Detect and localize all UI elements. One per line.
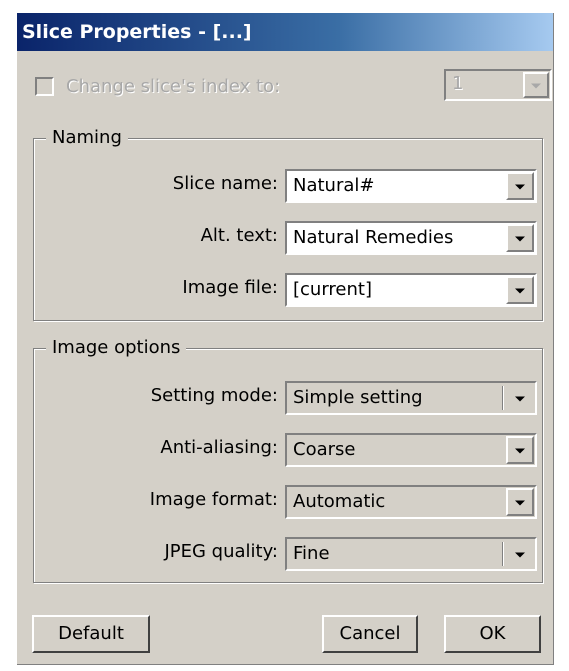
naming-group-title: Naming <box>46 126 128 150</box>
setting-mode-dropdown[interactable]: Simple setting <box>285 381 537 415</box>
image-format-label: Image format: <box>149 489 278 510</box>
image-format-row: Image format: <box>34 485 278 519</box>
chevron-down-icon <box>515 552 525 558</box>
image-file-label: Image file: <box>182 277 278 298</box>
setting-mode-row: Setting mode: <box>34 381 278 415</box>
alt-text-label: Alt. text: <box>200 225 278 246</box>
anti-aliasing-dropdown[interactable]: Coarse <box>285 433 537 467</box>
chevron-down-icon <box>515 500 525 506</box>
anti-aliasing-label: Anti-aliasing: <box>160 437 278 458</box>
alt-text-row: Alt. text: <box>34 221 278 255</box>
jpeg-quality-dropdown-button[interactable] <box>506 540 534 568</box>
naming-group: Naming Slice name: Natural# Alt. text: N… <box>33 126 543 321</box>
default-button[interactable]: Default <box>32 615 150 653</box>
slice-index-dropdown[interactable]: 1 <box>444 69 552 101</box>
slice-index-value: 1 <box>452 73 464 94</box>
slice-name-value: Natural# <box>293 175 375 196</box>
image-format-dropdown-button[interactable] <box>506 488 534 516</box>
jpeg-quality-dropdown[interactable]: Fine <box>285 537 537 571</box>
slice-name-label: Slice name: <box>172 173 278 194</box>
alt-text-dropdown-button[interactable] <box>506 224 534 252</box>
image-format-value: Automatic <box>293 491 386 512</box>
image-options-group-title: Image options <box>46 336 187 360</box>
change-index-checkbox[interactable] <box>35 76 54 96</box>
slice-name-field[interactable]: Natural# <box>285 169 537 203</box>
setting-mode-dropdown-button[interactable] <box>506 384 534 412</box>
chevron-down-icon <box>531 83 541 89</box>
change-index-row: Change slice's index to: <box>35 71 280 101</box>
image-file-dropdown-button[interactable] <box>506 276 534 304</box>
chevron-down-icon <box>515 288 525 294</box>
anti-aliasing-row: Anti-aliasing: <box>34 433 278 467</box>
jpeg-quality-value: Fine <box>293 543 330 564</box>
dialog-title[interactable]: Slice Properties - [...] <box>17 13 553 51</box>
chevron-down-icon <box>515 184 525 190</box>
ok-button[interactable]: OK <box>444 615 541 653</box>
setting-mode-separator <box>502 386 503 410</box>
chevron-down-icon <box>515 236 525 242</box>
image-options-group: Image options Setting mode: Simple setti… <box>33 336 543 583</box>
jpeg-quality-separator <box>502 542 503 566</box>
change-index-label: Change slice's index to: <box>66 75 281 97</box>
slice-properties-dialog: Slice Properties - [...] Change slice's … <box>17 13 554 665</box>
setting-mode-label: Setting mode: <box>150 385 278 406</box>
alt-text-value: Natural Remedies <box>293 227 454 248</box>
slice-name-row: Slice name: <box>34 169 278 203</box>
setting-mode-value: Simple setting <box>293 387 423 408</box>
image-file-row: Image file: <box>34 273 278 307</box>
chevron-down-icon <box>515 396 525 402</box>
image-file-field[interactable]: [current] <box>285 273 537 307</box>
slice-name-dropdown-button[interactable] <box>506 172 534 200</box>
anti-aliasing-dropdown-button[interactable] <box>506 436 534 464</box>
chevron-down-icon <box>515 448 525 454</box>
anti-aliasing-value: Coarse <box>293 439 356 460</box>
jpeg-quality-label: JPEG quality: <box>164 541 278 562</box>
alt-text-field[interactable]: Natural Remedies <box>285 221 537 255</box>
cancel-button[interactable]: Cancel <box>322 615 418 653</box>
jpeg-quality-row: JPEG quality: <box>34 537 278 571</box>
slice-index-dropdown-button[interactable] <box>523 72 549 98</box>
image-format-dropdown[interactable]: Automatic <box>285 485 537 519</box>
image-file-value: [current] <box>293 279 372 300</box>
